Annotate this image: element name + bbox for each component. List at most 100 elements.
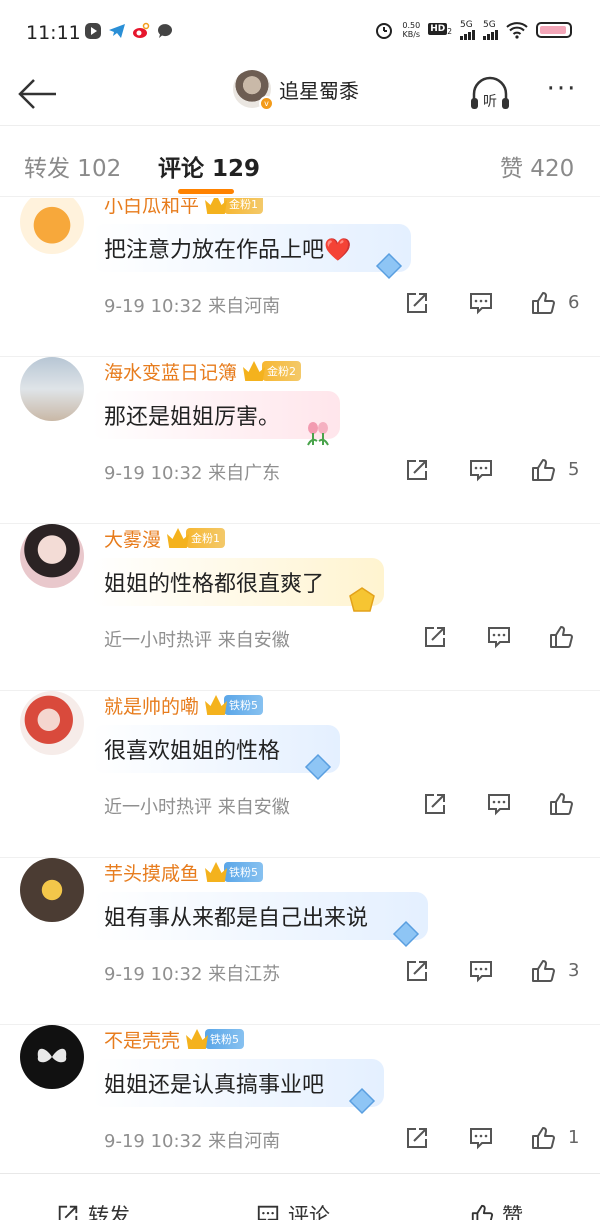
comment-button[interactable] [468, 290, 496, 318]
comment-button[interactable] [468, 958, 496, 986]
comment-meta: 9-19 10:32 来自江苏 [104, 964, 281, 985]
sim2-signal: 5G [483, 20, 498, 40]
comment-bottom-button[interactable]: 评论 [256, 1200, 330, 1220]
like-button[interactable] [530, 1125, 558, 1153]
share-button[interactable] [404, 958, 432, 986]
avatar[interactable] [20, 357, 84, 421]
status-time: 11:11 [26, 22, 81, 44]
comment-item: 不是壳壳 铁粉5 姐姐还是认真搞事业吧 9-19 10:32 来自河南 1 [0, 1025, 600, 1173]
comment-bubble: 很喜欢姐姐的性格 [92, 725, 341, 781]
status-notification-icons [84, 22, 174, 40]
avatar[interactable] [20, 524, 84, 588]
diamond-icon [392, 920, 420, 948]
comment-text: 姐有事从来都是自己出来说 [104, 906, 369, 931]
diamond-icon [376, 252, 403, 280]
signal-bars-icon [483, 29, 498, 40]
sim1-signal: 5G [460, 20, 475, 40]
account-info[interactable]: v 追星蜀黍 [233, 70, 359, 111]
share-icon [407, 961, 427, 981]
fan-level-label: 铁粉5 [224, 695, 264, 715]
comment-text: 姐姐的性格都很直爽了 [104, 572, 325, 597]
comment-author-row: 就是帅的嘞 铁粉5 [104, 691, 264, 719]
avatar[interactable] [20, 691, 84, 755]
comment-icon [488, 794, 510, 816]
net-speed: 0.50 KB/s [402, 21, 420, 39]
wifi-icon [506, 22, 528, 39]
comment-item: 芋头摸咸鱼 铁粉5 姐有事从来都是自己出来说 9-19 10:32 来自江苏 3 [0, 858, 600, 1025]
listen-button[interactable]: 听 [468, 72, 512, 116]
comment-text: 那还是姐姐厉害。 [104, 405, 281, 430]
net-speed-unit: KB/s [402, 30, 421, 39]
comment-button[interactable] [486, 791, 514, 819]
avatar[interactable] [20, 858, 84, 922]
back-button[interactable] [16, 72, 60, 116]
share-button[interactable] [404, 1125, 432, 1153]
repost-button[interactable]: 转发 [56, 1200, 130, 1220]
status-system-icons: 0.50 KB/s HD 2 5G 5G [374, 20, 572, 40]
account-name[interactable]: 追星蜀黍 [279, 75, 359, 104]
avatar[interactable]: v [233, 70, 274, 111]
comment-item: 海水变蓝日记簿 金粉2 那还是姐姐厉害。 9-19 10:32 来自广东 5 [0, 357, 600, 524]
comment-author-name[interactable]: 大雾漫 [104, 525, 161, 552]
tab-repost[interactable]: 转发 102 [24, 149, 121, 183]
active-tab-indicator [178, 189, 234, 194]
comment-meta: 9-19 10:32 来自河南 [104, 296, 281, 317]
thumbs-up-icon [550, 626, 573, 648]
comment-actions [422, 624, 600, 654]
share-button[interactable] [404, 290, 432, 318]
comment-icon [470, 961, 492, 983]
repost-label: 转发 [88, 1204, 130, 1220]
like-bottom-button[interactable]: 赞 [470, 1200, 523, 1220]
comment-author-name[interactable]: 不是壳壳 [104, 1026, 180, 1053]
diamond-icon [304, 753, 332, 781]
like-button[interactable] [530, 958, 558, 986]
comment-item: 就是帅的嘞 铁粉5 很喜欢姐姐的性格 近一小时热评 来自安徽 [0, 691, 600, 858]
comment-meta: 近一小时热评 来自安徽 [104, 630, 290, 651]
comment-item: 大雾漫 金粉1 姐姐的性格都很直爽了 近一小时热评 来自安徽 [0, 524, 600, 691]
like-button[interactable] [548, 624, 576, 652]
share-button[interactable] [404, 457, 432, 485]
fan-badge: 铁粉5 [205, 862, 264, 882]
comment-author-row: 不是壳壳 铁粉5 [104, 1025, 245, 1053]
like-count: 5 [568, 459, 580, 480]
comment-actions [422, 791, 600, 821]
share-icon [425, 794, 445, 814]
tab-like[interactable]: 赞 420 [500, 149, 574, 183]
like-button[interactable] [548, 791, 576, 819]
comment-bubble: 姐有事从来都是自己出来说 [92, 892, 429, 948]
comment-actions: 3 [404, 958, 594, 988]
avatar[interactable] [20, 1025, 84, 1089]
telegram-icon [109, 24, 125, 38]
comment-icon [470, 1128, 492, 1150]
comment-actions: 6 [404, 290, 594, 320]
comment-button[interactable] [486, 624, 514, 652]
comment-author-name[interactable]: 海水变蓝日记簿 [104, 358, 237, 385]
comment-author-name[interactable]: 小白瓜和平 [104, 198, 199, 218]
fan-level-label: 金粉1 [224, 198, 264, 214]
like-count: 3 [568, 960, 580, 981]
fan-level-label: 铁粉5 [205, 1029, 245, 1049]
more-options-button[interactable]: ··· [540, 74, 584, 114]
fan-badge: 金粉1 [167, 528, 226, 548]
comment-author-row: 海水变蓝日记簿 金粉2 [104, 357, 302, 385]
share-button[interactable] [422, 624, 450, 652]
fan-level-label: 铁粉5 [224, 862, 264, 882]
tab-comment[interactable]: 评论 129 [158, 149, 260, 183]
avatar[interactable] [20, 198, 84, 254]
comment-button[interactable] [468, 1125, 496, 1153]
comment-author-name[interactable]: 芋头摸咸鱼 [104, 859, 199, 886]
share-icon [407, 1128, 427, 1148]
share-icon [407, 293, 427, 313]
share-button[interactable] [422, 791, 450, 819]
hd-label: HD [428, 23, 448, 36]
comment-button[interactable] [468, 457, 496, 485]
comment-author-name[interactable]: 就是帅的嘞 [104, 692, 199, 719]
post-tabs: 转发 102 评论 129 赞 420 [0, 127, 600, 197]
thumbs-up-icon [550, 793, 573, 815]
thumbs-up-icon [532, 1127, 555, 1149]
headphones-icon: 听 [471, 76, 509, 110]
butterfly-icon [37, 1048, 67, 1063]
like-button[interactable] [530, 290, 558, 318]
net-speed-value: 0.50 [402, 21, 421, 30]
like-button[interactable] [530, 457, 558, 485]
